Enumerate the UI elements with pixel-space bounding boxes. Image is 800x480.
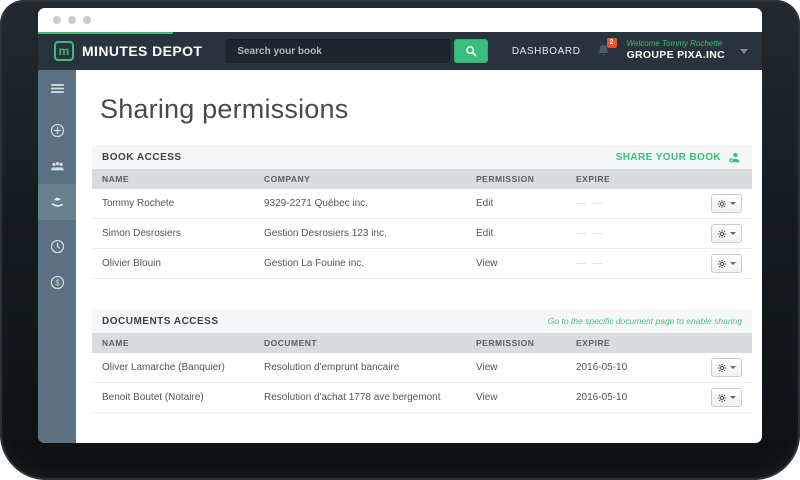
people-icon [49,158,66,175]
documents-access-section: DOCUMENTS ACCESS Go to the specific docu… [92,309,752,413]
sidebar-item-team[interactable] [38,148,76,184]
caret-down-icon [730,396,736,399]
notification-badge: 2 [606,38,617,49]
app-body: $ Sharing permissions BOOK ACCESS SHARE … [38,70,762,443]
row-settings-button[interactable] [711,254,742,273]
window-dot [83,16,91,24]
table-row: Tommy Rochete 9329-2271 Québec inc. Edit… [92,189,752,219]
window-dot [68,16,76,24]
table-row: Simon Desrosiers Gestion Desrosiers 123 … [92,219,752,249]
gear-icon [717,229,727,239]
search-button[interactable] [454,39,489,63]
cell-permission: Edit [476,228,494,239]
document-page-link[interactable]: Go to the specific document page to enab… [548,316,742,326]
cell-expire: — — [576,228,605,239]
hamburger-icon [49,80,66,97]
cell-name: Simon Desrosiers [102,228,181,239]
cell-permission: Edit [476,198,494,209]
gear-icon [717,393,727,403]
account-menu[interactable]: Welcome Tommy Rochette GROUPE PIXA.INC [627,39,725,62]
column-header: NAME [102,338,130,348]
documents-access-heading: DOCUMENTS ACCESS [102,315,219,327]
notifications-button[interactable]: 2 [596,38,617,59]
page-title: Sharing permissions [100,94,349,124]
gear-icon [717,199,727,209]
person-add-icon [727,150,742,165]
column-header: PERMISSION [476,174,535,184]
share-your-book-label: SHARE YOUR BOOK [615,151,721,163]
caret-down-icon [730,262,736,265]
clock-icon [49,238,66,255]
chevron-down-icon[interactable] [740,48,748,54]
cell-expire: — — [576,258,605,269]
gear-icon [717,363,727,373]
cell-name: Oliver Lamarche (Banquier) [102,362,225,373]
cell-document: Resolution d'emprunt bancaire [264,362,400,373]
book-table-header: NAME COMPANY PERMISSION EXPIRE [92,169,752,189]
hand-share-icon [49,194,66,211]
sidebar-item-add[interactable] [38,112,76,148]
welcome-text: Welcome Tommy Rochette [626,39,723,49]
logo-icon: m [54,41,74,61]
app-logo[interactable]: m MINUTES DEPOT [54,41,202,61]
header-right: DASHBOARD 2 Welcome Tommy Rochette GROUP… [512,38,748,62]
app-header: m MINUTES DEPOT DASHBOARD [38,32,762,70]
plus-circle-icon [49,122,66,139]
window-dot [53,16,61,24]
sidebar-item-billing[interactable]: $ [38,264,76,300]
caret-down-icon [730,366,736,369]
cell-document: Resolution d'achat 1778 ave bergemont [264,392,441,403]
dashboard-link[interactable]: DASHBOARD [512,46,581,57]
cell-permission: View [476,258,498,269]
book-access-bar: BOOK ACCESS SHARE YOUR BOOK [92,145,752,169]
cell-name: Olivier Blouin [102,258,161,269]
cell-expire: 2016-05-10 [576,362,628,373]
row-settings-button[interactable] [711,358,742,377]
search-icon [464,44,478,58]
main-content: Sharing permissions BOOK ACCESS SHARE YO… [76,70,762,443]
column-header: COMPANY [264,174,311,184]
account-name: GROUPE PIXA.INC [626,49,725,62]
column-header: EXPIRE [576,174,611,184]
documents-access-bar: DOCUMENTS ACCESS Go to the specific docu… [92,309,752,333]
gear-icon [717,259,727,269]
row-settings-button[interactable] [711,388,742,407]
share-your-book-button[interactable]: SHARE YOUR BOOK [616,150,742,165]
window-titlebar [38,8,762,32]
table-row: Oliver Lamarche (Banquier) Resolution d'… [92,353,752,383]
table-row: Olivier Blouin Gestion La Fouine inc. Vi… [92,249,752,279]
cell-expire: 2016-05-10 [576,392,628,403]
table-row: Benoit Boutet (Notaire) Resolution d'ach… [92,383,752,413]
sidebar-item-history[interactable] [38,228,76,264]
cell-company: Gestion Desrosiers 123 inc. [264,228,387,239]
dollar-circle-icon: $ [49,274,66,291]
row-settings-button[interactable] [711,194,742,213]
cell-company: 9329-2271 Québec inc. [264,198,368,209]
cell-name: Tommy Rochete [102,198,175,209]
book-access-heading: BOOK ACCESS [102,151,182,163]
caret-down-icon [730,232,736,235]
sidebar: $ [38,70,76,443]
cell-company: Gestion La Fouine inc. [264,258,365,269]
book-access-section: BOOK ACCESS SHARE YOUR BOOK NAME COMPANY… [92,145,752,279]
cell-expire: — — [576,198,605,209]
logo-text: MINUTES DEPOT [82,43,203,59]
sidebar-item-menu[interactable] [38,70,76,106]
cell-permission: View [476,362,498,373]
documents-table-header: NAME DOCUMENT PERMISSION EXPIRE [92,333,752,353]
search-input[interactable] [226,39,451,63]
search-bar [226,39,489,63]
column-header: NAME [102,174,130,184]
progress-bar [38,32,173,34]
sidebar-item-sharing[interactable] [38,184,76,220]
row-settings-button[interactable] [711,224,742,243]
cell-name: Benoit Boutet (Notaire) [102,392,204,403]
cell-permission: View [476,392,498,403]
svg-text:$: $ [55,278,60,287]
caret-down-icon [730,202,736,205]
column-header: DOCUMENT [264,338,318,348]
column-header: EXPIRE [576,338,611,348]
column-header: PERMISSION [476,338,535,348]
app-window: m MINUTES DEPOT DASHBOARD [38,8,762,443]
